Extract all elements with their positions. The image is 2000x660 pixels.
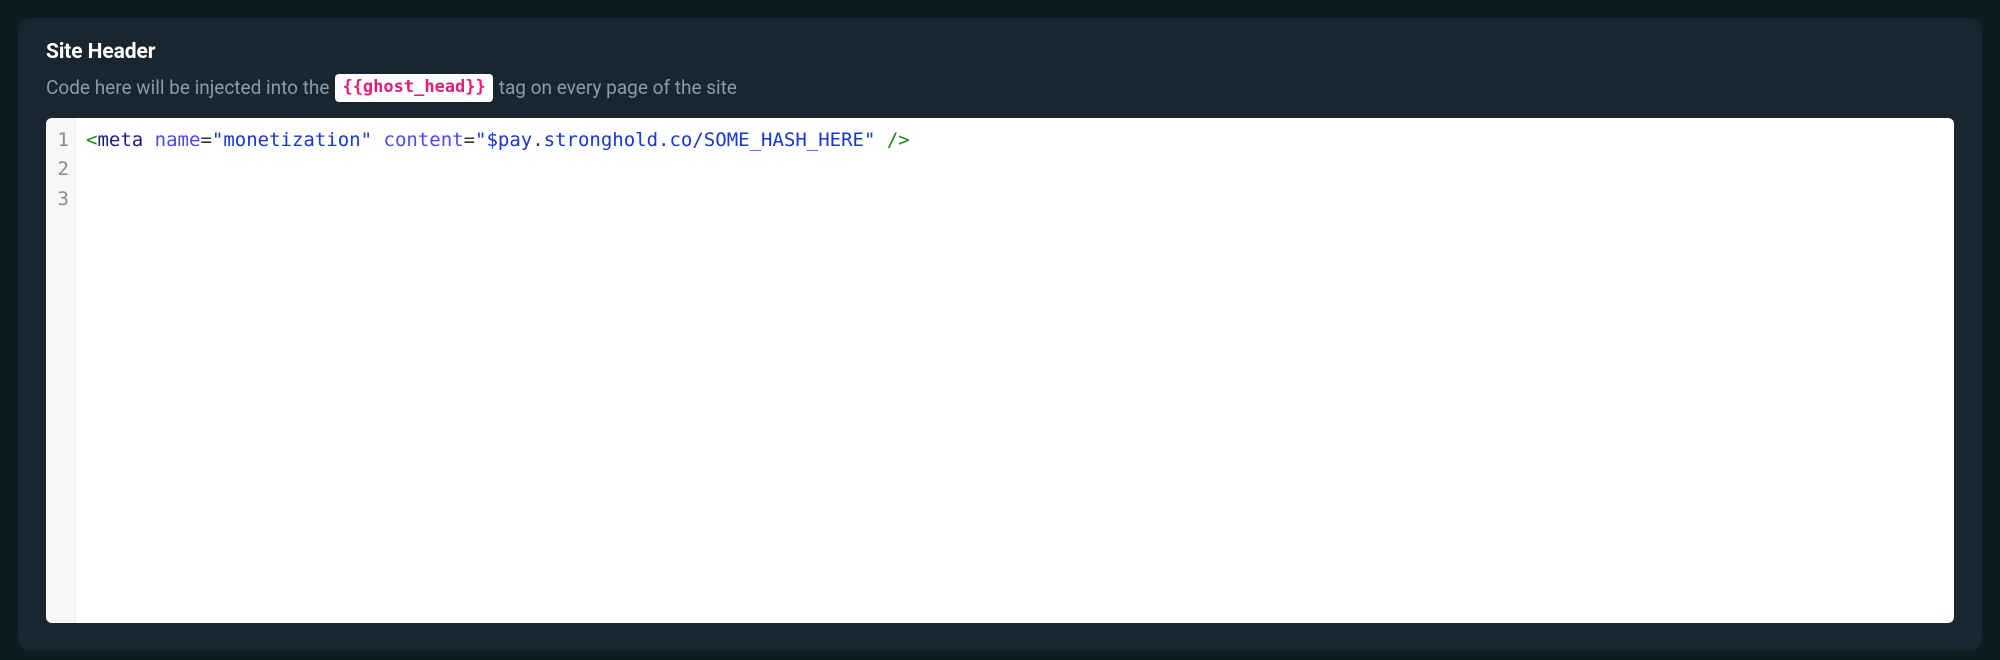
subtitle-before: Code here will be injected into the <box>46 76 329 99</box>
ghost-head-tag-chip: {{ghost_head}} <box>335 74 492 102</box>
code-editor[interactable]: 123 <meta name="monetization" content="$… <box>46 118 1954 623</box>
site-header-panel: Site Header Code here will be injected i… <box>18 18 1982 651</box>
panel-title: Site Header <box>46 40 1954 64</box>
line-number: 1 <box>56 126 69 155</box>
subtitle-after: tag on every page of the site <box>499 76 737 99</box>
panel-header: Site Header Code here will be injected i… <box>46 40 1954 102</box>
code-textarea[interactable]: <meta name="monetization" content="$pay.… <box>76 118 1954 623</box>
line-number-gutter: 123 <box>46 118 76 623</box>
code-line[interactable]: <meta name="monetization" content="$pay.… <box>86 126 1944 155</box>
line-number: 2 <box>56 155 69 184</box>
panel-subtitle: Code here will be injected into the {{gh… <box>46 74 1954 102</box>
code-line[interactable] <box>86 185 1944 214</box>
code-line[interactable] <box>86 155 1944 184</box>
line-number: 3 <box>56 185 69 214</box>
